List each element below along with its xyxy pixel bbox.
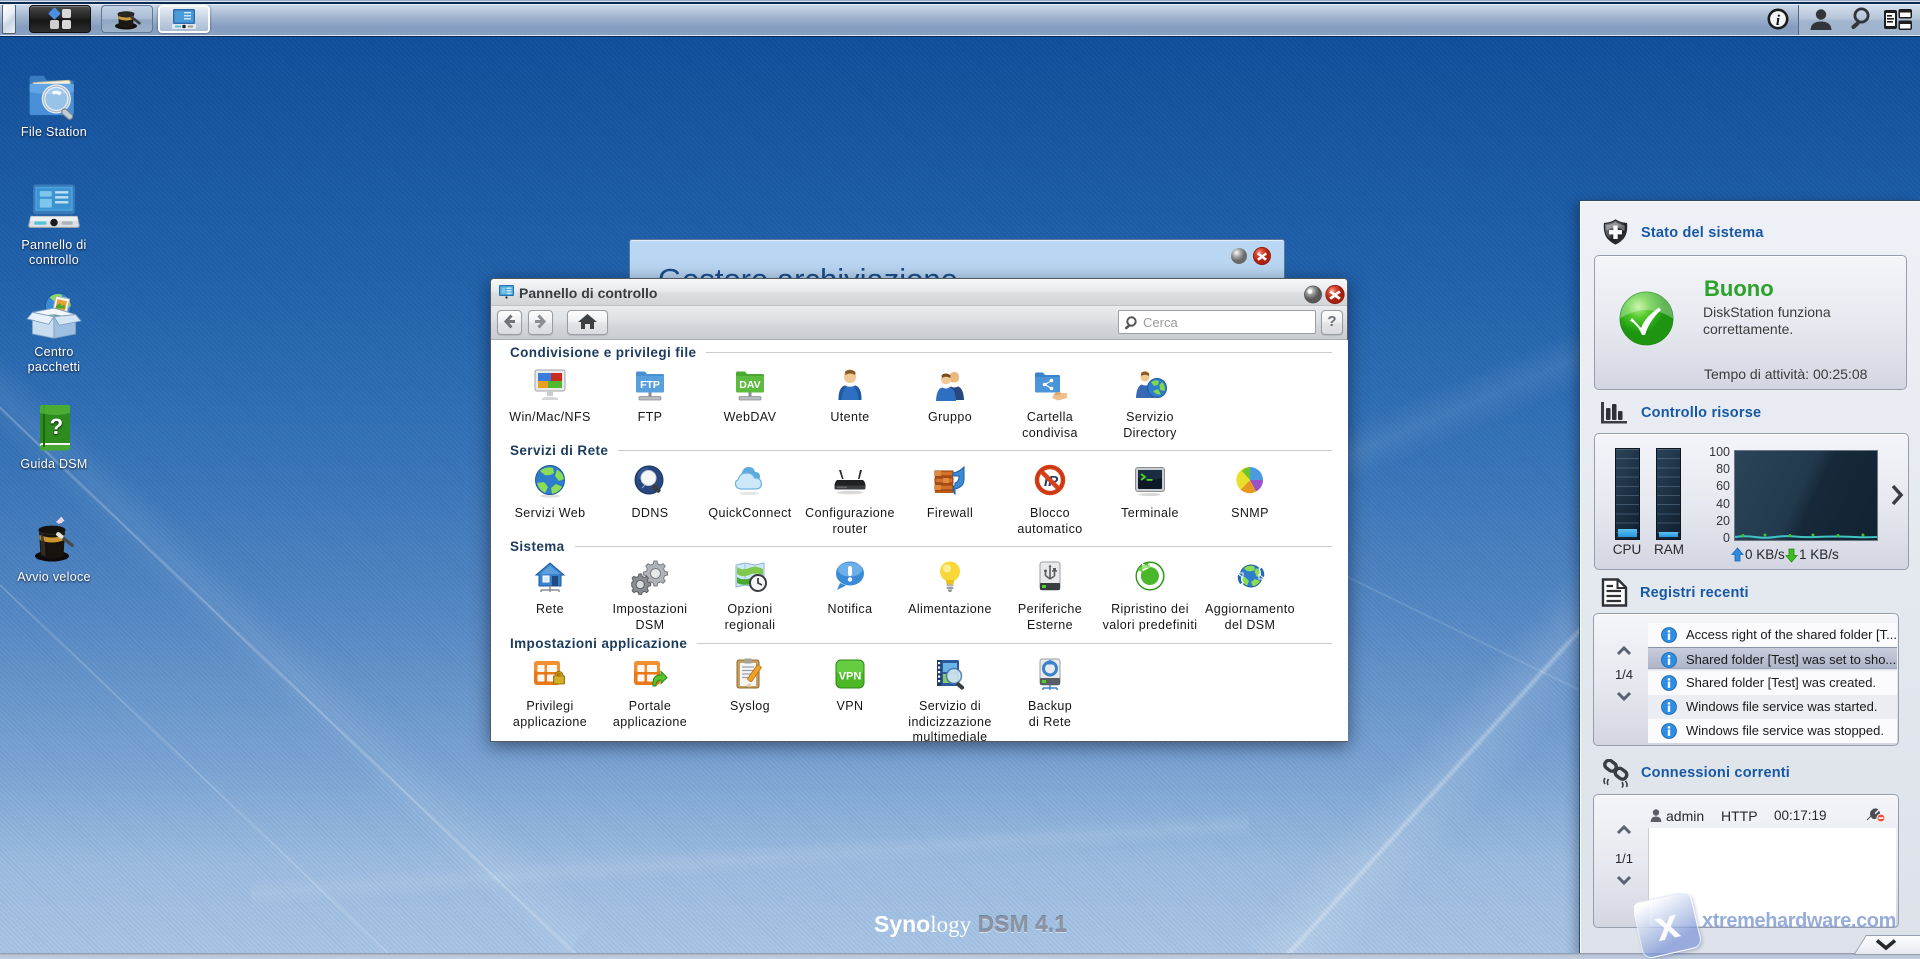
svg-text:DAV: DAV xyxy=(739,379,760,391)
svg-text:?: ? xyxy=(50,414,64,439)
svg-text:FTP: FTP xyxy=(640,379,660,391)
svg-text:VPN: VPN xyxy=(839,671,862,683)
